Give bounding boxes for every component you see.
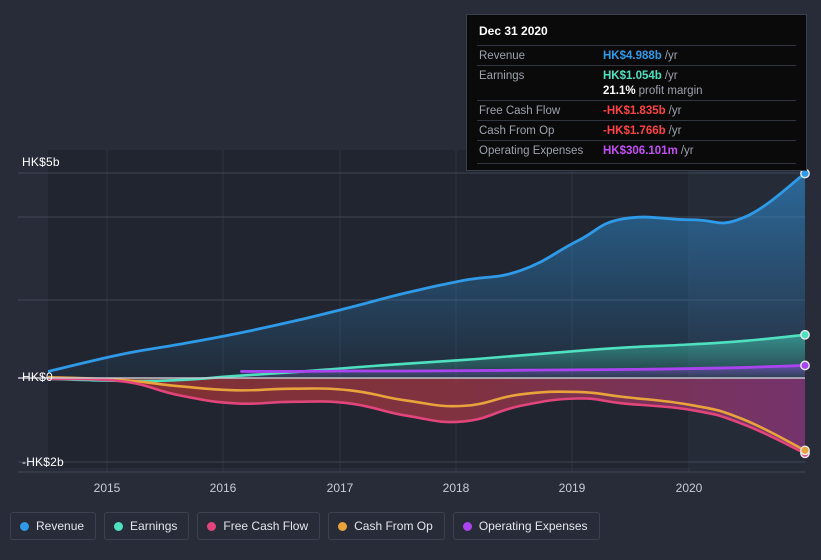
legend-dot-icon-revenue (20, 521, 29, 531)
legend-label-operating-expenses: Operating Expenses (478, 519, 588, 533)
tooltip-label-free-cash-flow: Free Cash Flow (479, 105, 561, 117)
legend-item-operating-expenses[interactable]: Operating Expenses (452, 512, 600, 540)
tooltip-divider (477, 163, 796, 164)
tooltip-value-revenue: HK$4.988b (603, 50, 662, 62)
legend-dot-icon-operating-expenses (462, 521, 472, 531)
x-tick-label-2017: 2017 (326, 481, 354, 495)
legend-dot-icon-cash-from-op (338, 521, 348, 531)
tooltip-value-operating-expenses: HK$306.101m (603, 145, 678, 157)
legend-item-free-cash-flow[interactable]: Free Cash Flow (197, 512, 321, 540)
x-tick-label-2018: 2018 (442, 481, 470, 495)
x-tick-label-2019: 2019 (558, 481, 586, 495)
financial-chart: HK$5b HK$0 -HK$2b 2015 2016 2017 2018 20… (0, 0, 821, 560)
tooltip-date: Dec 31 2020 (479, 24, 548, 38)
y-tick-label-0: HK$0 (22, 370, 53, 384)
chart-legend: Revenue Earnings Free Cash Flow Cash Fro… (10, 512, 600, 540)
legend-dot-icon-free-cash-flow (207, 521, 217, 531)
tooltip-value-free-cash-flow: -HK$1.835b (603, 105, 666, 117)
tooltip-value-profit-margin: 21.1% (603, 85, 636, 97)
legend-label-free-cash-flow: Free Cash Flow (223, 519, 309, 533)
y-tick-label-neg2b: -HK$2b (22, 455, 64, 469)
tooltip-unit-cash-from-op: /yr (668, 125, 682, 137)
legend-item-cash-from-op[interactable]: Cash From Op (328, 512, 445, 540)
tooltip-unit-revenue: /yr (664, 50, 678, 62)
tooltip-unit-profit-margin: profit margin (638, 85, 703, 97)
tooltip-value-earnings: HK$1.054b (603, 70, 662, 82)
tooltip-row-revenue: Revenue HK$4.988b /yr (477, 45, 796, 65)
tooltip-row-earnings: Earnings HK$1.054b /yr (477, 65, 796, 85)
tooltip-label-cash-from-op: Cash From Op (479, 125, 555, 137)
tooltip-row-cash-from-op: Cash From Op -HK$1.766b /yr (477, 120, 796, 140)
tooltip-row-operating-expenses: Operating Expenses HK$306.101m /yr (477, 140, 796, 160)
legend-label-earnings: Earnings (130, 519, 178, 533)
legend-item-earnings[interactable]: Earnings (104, 512, 190, 540)
tooltip-label-earnings: Earnings (479, 70, 525, 82)
y-tick-label-5b: HK$5b (22, 155, 60, 169)
tooltip-unit-earnings: /yr (664, 70, 678, 82)
tooltip-row-free-cash-flow: Free Cash Flow -HK$1.835b /yr (477, 100, 796, 120)
legend-label-cash-from-op: Cash From Op (354, 519, 433, 533)
tooltip-row-profit-margin: 21.1% profit margin (477, 85, 796, 100)
chart-tooltip: Dec 31 2020 Revenue HK$4.988b /yr Earnin… (466, 14, 807, 171)
x-tick-label-2020: 2020 (675, 481, 703, 495)
legend-label-revenue: Revenue (36, 519, 85, 533)
tooltip-value-cash-from-op: -HK$1.766b (603, 125, 666, 137)
x-tick-label-2016: 2016 (209, 481, 237, 495)
legend-dot-icon-earnings (114, 521, 124, 531)
tooltip-label-revenue: Revenue (479, 50, 526, 62)
tooltip-label-operating-expenses: Operating Expenses (479, 145, 584, 157)
legend-item-revenue[interactable]: Revenue (10, 512, 97, 540)
tooltip-unit-operating-expenses: /yr (680, 145, 694, 157)
x-tick-label-2015: 2015 (93, 481, 121, 495)
tooltip-unit-free-cash-flow: /yr (668, 105, 682, 117)
